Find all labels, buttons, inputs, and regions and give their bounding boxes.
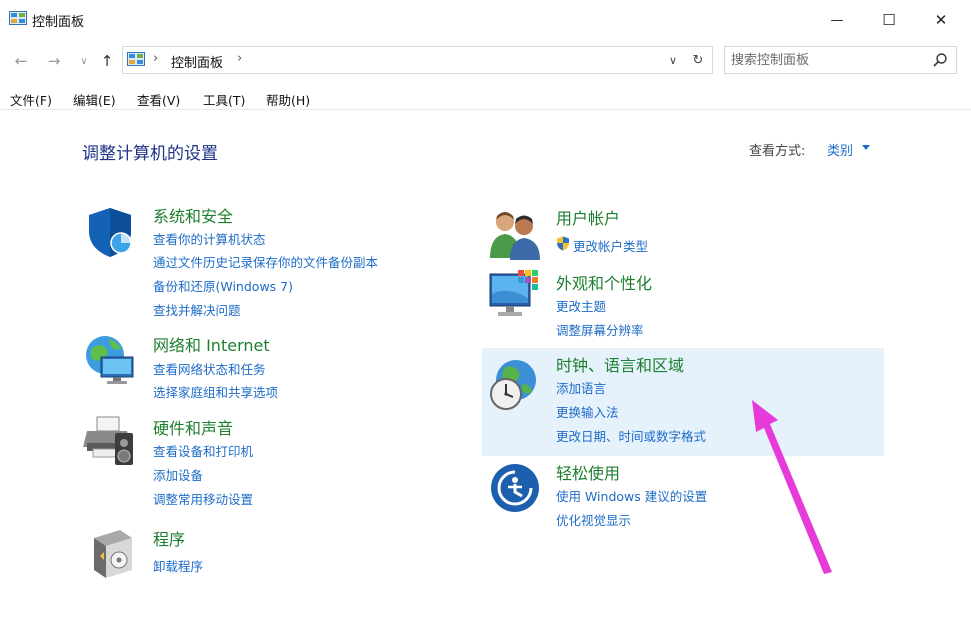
address-dropdown-button[interactable]: ∨ [664,51,682,69]
page-title: 调整计算机的设置 [82,144,218,164]
link-date-time-format[interactable]: 更改日期、时间或数字格式 [556,426,706,445]
breadcrumb-control-panel[interactable]: 控制面板 [171,52,223,71]
close-icon: ✕ [934,11,948,29]
chevron-down-icon: ∨ [80,55,88,67]
breadcrumb-separator[interactable]: › [237,51,242,66]
category-title-clock-region[interactable]: 时钟、语言和区域 [556,352,684,376]
annotation-arrow-icon [752,400,832,574]
menu-view[interactable]: 查看(V) [137,90,180,109]
category-title-system-security[interactable]: 系统和安全 [153,203,233,227]
address-bar[interactable]: › 控制面板 › ∨ ↻ [122,46,713,74]
network-globe-icon[interactable] [83,333,137,387]
link-troubleshoot[interactable]: 查找并解决问题 [153,300,241,319]
category-title-hardware-sound[interactable]: 硬件和声音 [153,415,233,439]
link-change-account-type[interactable]: 更改帐户类型 [573,236,648,255]
minimize-button[interactable]: — [815,4,859,36]
control-panel-icon [9,11,27,25]
category-title-user-accounts[interactable]: 用户帐户 [556,205,620,229]
search-icon[interactable] [932,52,948,68]
forward-button[interactable]: → [43,50,65,72]
category-title-ease-of-access[interactable]: 轻松使用 [556,460,620,484]
up-button[interactable]: ↑ [96,50,118,72]
category-title-appearance[interactable]: 外观和个性化 [556,270,652,294]
monitor-palette-icon[interactable] [488,268,542,322]
chevron-down-icon: ∨ [668,53,678,67]
clock-globe-icon[interactable] [486,358,540,412]
search-box[interactable] [724,46,957,74]
link-screen-resolution[interactable]: 调整屏幕分辨率 [556,320,644,339]
menu-edit[interactable]: 编辑(E) [73,90,116,109]
refresh-button[interactable]: ↻ [689,51,707,69]
printer-speaker-icon[interactable] [83,413,137,467]
arrow-up-icon: ↑ [100,52,114,70]
menu-help[interactable]: 帮助(H) [266,90,310,109]
link-change-theme[interactable]: 更改主题 [556,296,606,315]
link-mobility-settings[interactable]: 调整常用移动设置 [153,489,253,508]
menu-file[interactable]: 文件(F) [10,90,52,109]
back-button[interactable]: ← [10,50,32,72]
link-add-language[interactable]: 添加语言 [556,378,606,397]
link-view-computer-status[interactable]: 查看你的计算机状态 [153,229,266,248]
programs-box-icon[interactable] [86,526,140,580]
menu-tools[interactable]: 工具(T) [203,90,245,109]
recent-locations-button[interactable]: ∨ [73,50,95,72]
close-button[interactable]: ✕ [919,4,963,36]
users-icon[interactable] [488,208,542,262]
caret-down-icon[interactable] [862,145,870,150]
minimize-icon: — [830,12,844,28]
search-input[interactable] [731,51,921,69]
link-backup-restore[interactable]: 备份和还原(Windows 7) [153,276,293,295]
link-windows-recommended-settings[interactable]: 使用 Windows 建议的设置 [556,486,707,505]
menu-bar: 文件(F) 编辑(E) 查看(V) 工具(T) 帮助(H) [0,84,971,110]
ease-of-access-icon[interactable] [488,460,542,514]
link-optimize-visual-display[interactable]: 优化视觉显示 [556,510,631,529]
arrow-left-icon: ← [14,52,28,70]
view-by-label: 查看方式: [749,144,806,159]
link-devices-printers[interactable]: 查看设备和打印机 [153,441,253,460]
breadcrumb-separator[interactable]: › [153,51,158,66]
link-file-history-backup[interactable]: 通过文件历史记录保存你的文件备份副本 [153,252,378,271]
arrow-right-icon: → [47,52,61,70]
window-title: 控制面板 [32,15,85,30]
link-uninstall-program[interactable]: 卸载程序 [153,556,203,575]
view-by-dropdown[interactable]: 类别 [827,140,853,159]
uac-shield-icon [557,236,569,251]
category-title-network[interactable]: 网络和 Internet [153,332,270,356]
maximize-icon: ☐ [882,11,896,29]
refresh-icon: ↻ [692,52,704,68]
link-add-device[interactable]: 添加设备 [153,465,203,484]
category-title-programs[interactable]: 程序 [153,526,185,550]
control-panel-icon [127,52,145,66]
link-change-input-method[interactable]: 更换输入法 [556,402,619,421]
link-network-status[interactable]: 查看网络状态和任务 [153,359,266,378]
maximize-button[interactable]: ☐ [867,4,911,36]
shield-icon[interactable] [83,205,137,259]
title-bar: 控制面板 — ☐ ✕ [0,0,971,40]
link-homegroup-sharing[interactable]: 选择家庭组和共享选项 [153,382,278,401]
